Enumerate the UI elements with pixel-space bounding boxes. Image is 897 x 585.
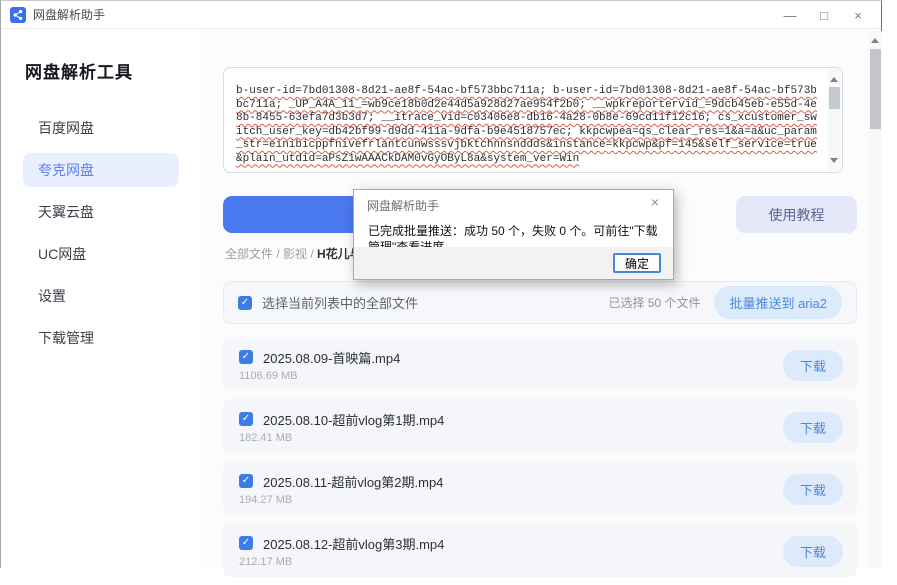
sidebar: 网盘解析工具 百度网盘 夸克网盘 天翼云盘 UC网盘 设置 下载管理 bbox=[1, 30, 201, 568]
download-button[interactable]: 下载 bbox=[783, 536, 843, 567]
message-dialog: 网盘解析助手 × 已完成批量推送：成功 50 个，失败 0 个。可前往"下载管理… bbox=[353, 189, 674, 280]
push-to-aria2-button[interactable]: 批量推送到 aria2 bbox=[714, 286, 842, 319]
select-all-checkbox[interactable]: ✓ bbox=[238, 296, 252, 310]
sidebar-item-download-manager[interactable]: 下载管理 bbox=[23, 321, 179, 355]
select-all-bar: ✓ 选择当前列表中的全部文件 已选择 50 个文件 批量推送到 aria2 bbox=[223, 281, 857, 324]
cookie-textarea[interactable]: b-user-id=7bd01308-8d21-ae8f-54ac-bf573b… bbox=[223, 67, 843, 173]
sidebar-item-uc[interactable]: UC网盘 bbox=[23, 237, 179, 271]
sidebar-title: 网盘解析工具 bbox=[25, 58, 201, 83]
app-logo-icon bbox=[10, 7, 26, 23]
window-controls: — □ × bbox=[773, 1, 875, 29]
download-button[interactable]: 下载 bbox=[783, 350, 843, 381]
sidebar-item-tianyi[interactable]: 天翼云盘 bbox=[23, 195, 179, 229]
file-name: 2025.08.12-超前vlog第3期.mp4 bbox=[263, 534, 444, 553]
sidebar-item-baidu[interactable]: 百度网盘 bbox=[23, 111, 179, 145]
file-name: 2025.08.09-首映篇.mp4 bbox=[263, 348, 400, 367]
breadcrumb-path: 全部文件 / 影视 / bbox=[225, 247, 317, 261]
file-size: 182.41 MB bbox=[239, 432, 292, 444]
file-name: 2025.08.10-超前vlog第1期.mp4 bbox=[263, 410, 444, 429]
breadcrumb[interactable]: 全部文件 / 影视 / H花儿与 bbox=[225, 245, 362, 262]
app-window: 网盘解析助手 — □ × 网盘解析工具 百度网盘 夸克网盘 天翼云盘 UC网盘 … bbox=[0, 0, 882, 568]
sidebar-item-quark[interactable]: 夸克网盘 bbox=[23, 153, 179, 187]
download-button[interactable]: 下载 bbox=[783, 412, 843, 443]
textarea-scrollbar[interactable] bbox=[828, 69, 841, 171]
file-name: 2025.08.11-超前vlog第2期.mp4 bbox=[263, 472, 443, 491]
main-scrollbar[interactable] bbox=[869, 31, 882, 568]
scroll-up-icon[interactable] bbox=[830, 77, 838, 82]
tutorial-button[interactable]: 使用教程 bbox=[736, 196, 857, 233]
scroll-down-icon[interactable] bbox=[830, 158, 838, 163]
file-size: 1106.69 MB bbox=[239, 370, 298, 382]
download-button[interactable]: 下载 bbox=[783, 474, 843, 505]
file-checkbox[interactable]: ✓ bbox=[239, 536, 253, 550]
file-checkbox[interactable]: ✓ bbox=[239, 474, 253, 488]
minimize-button[interactable]: — bbox=[773, 1, 807, 29]
textarea-scrollbar-thumb[interactable] bbox=[829, 87, 840, 109]
scroll-up-icon[interactable] bbox=[871, 38, 879, 43]
file-checkbox[interactable]: ✓ bbox=[239, 350, 253, 364]
file-checkbox[interactable]: ✓ bbox=[239, 412, 253, 426]
sidebar-item-settings[interactable]: 设置 bbox=[23, 279, 179, 313]
cookie-text: b-user-id=7bd01308-8d21-ae8f-54ac-bf573b… bbox=[236, 85, 822, 166]
ok-button[interactable]: 确定 bbox=[613, 253, 661, 273]
select-all-label: 选择当前列表中的全部文件 bbox=[262, 293, 418, 312]
sidebar-menu: 百度网盘 夸克网盘 天翼云盘 UC网盘 设置 下载管理 bbox=[1, 111, 201, 355]
file-row: ✓ 2025.08.12-超前vlog第3期.mp4 212.17 MB 下载 bbox=[223, 523, 857, 577]
main-scrollbar-thumb[interactable] bbox=[870, 49, 881, 129]
window-title: 网盘解析助手 bbox=[33, 6, 105, 23]
file-row: ✓ 2025.08.11-超前vlog第2期.mp4 194.27 MB 下载 bbox=[223, 461, 857, 515]
maximize-button[interactable]: □ bbox=[807, 1, 841, 29]
main-content: b-user-id=7bd01308-8d21-ae8f-54ac-bf573b… bbox=[201, 30, 881, 568]
dialog-footer: 确定 bbox=[354, 247, 673, 279]
file-row: ✓ 2025.08.10-超前vlog第1期.mp4 182.41 MB 下载 bbox=[223, 399, 857, 453]
file-list: ✓ 2025.08.09-首映篇.mp4 1106.69 MB 下载 ✓ 202… bbox=[223, 337, 857, 585]
file-size: 212.17 MB bbox=[239, 556, 292, 568]
selected-count: 已选择 50 个文件 bbox=[608, 294, 700, 311]
title-bar: 网盘解析助手 — □ × bbox=[1, 1, 881, 29]
dialog-title: 网盘解析助手 bbox=[367, 197, 439, 214]
file-size: 194.27 MB bbox=[239, 494, 292, 506]
close-button[interactable]: × bbox=[841, 1, 875, 29]
file-row: ✓ 2025.08.09-首映篇.mp4 1106.69 MB 下载 bbox=[223, 337, 857, 391]
dialog-close-icon[interactable]: × bbox=[646, 194, 664, 210]
